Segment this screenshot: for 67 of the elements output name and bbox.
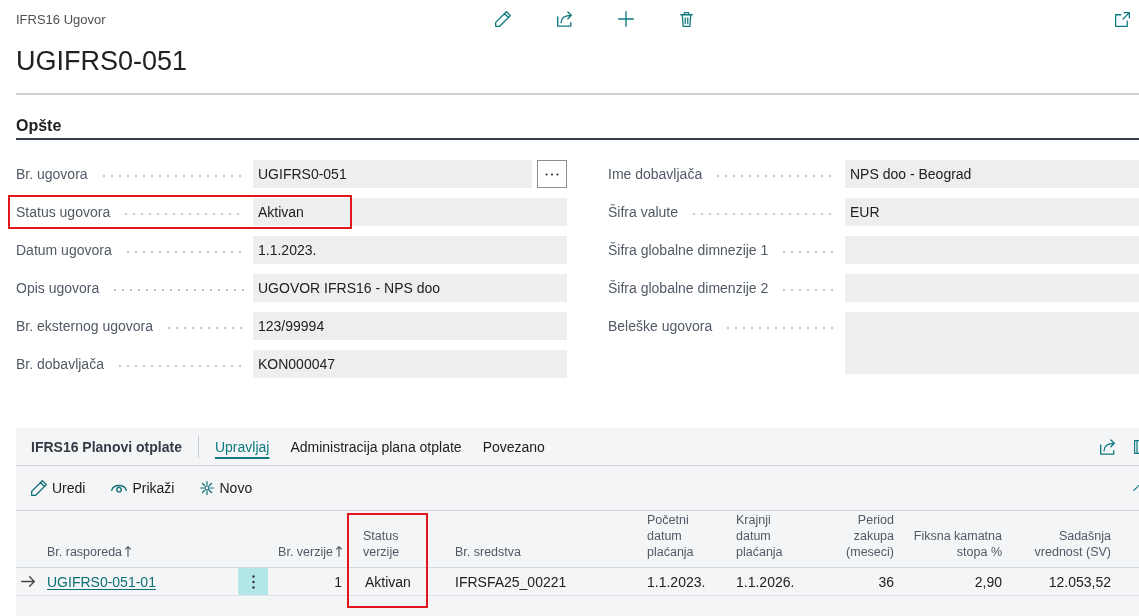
popout-button[interactable]: [1115, 11, 1130, 27]
page-title: UGIFRS0-051: [16, 45, 189, 78]
subpage-title: IFRS16 Planovi otplate: [31, 438, 182, 455]
field-label: Šifra globalne dimnezije 1: [608, 242, 769, 258]
text-field[interactable]: EUR: [845, 198, 1139, 226]
table-cell: 1.1.2023.: [639, 568, 728, 596]
share-icon: [1100, 438, 1115, 455]
field-label: Datum ugovora: [16, 242, 112, 258]
new-button[interactable]: Novo: [200, 480, 253, 496]
page-caption: IFRS16 Ugovor: [16, 11, 107, 27]
edit-button[interactable]: [495, 11, 511, 27]
column-header[interactable]: Sadašnja vrednost (SV): [1026, 528, 1111, 560]
table-cell: 36: [817, 568, 902, 596]
delete-button[interactable]: [680, 11, 693, 27]
diagonal-stroke-icon: [1133, 485, 1139, 491]
column-header[interactable]: Period zakupa (meseci): [825, 512, 894, 560]
section-title: Opšte: [16, 117, 62, 134]
field-label: Opis ugovora: [16, 280, 100, 296]
more-vertical-icon: [251, 574, 255, 589]
table-cell: 12.053,52: [1010, 568, 1119, 596]
share-icon: [557, 11, 572, 27]
table-cell: 2,90: [902, 568, 1010, 596]
lookup-button[interactable]: [537, 160, 567, 188]
table-cell: Aktivan: [350, 568, 447, 596]
text-field[interactable]: UGIFRS0-051: [253, 160, 532, 188]
field-label: Br. eksternog ugovora: [16, 318, 153, 334]
edit-button[interactable]: Uredi: [31, 480, 86, 496]
starburst-icon: [200, 481, 215, 495]
field-label: Br. dobavljača: [16, 356, 104, 372]
table-cell: IFRSFA25_00221: [447, 568, 639, 596]
field-label: Šifra globalne dimenzije 2: [608, 280, 769, 296]
field-label: Ime dobavljača: [608, 166, 703, 182]
share-button[interactable]: [1100, 438, 1115, 455]
field-label: Beleške ugovora: [608, 318, 713, 334]
field-label: Status ugovora: [16, 204, 111, 220]
text-field[interactable]: KON000047: [253, 350, 567, 378]
column-header[interactable]: Krajnji datum plaćanja: [736, 512, 805, 560]
share-button[interactable]: [557, 11, 572, 27]
pencil-icon: [495, 11, 511, 27]
text-field[interactable]: NPS doo - Beograd: [845, 160, 1139, 188]
column-header[interactable]: Status verzije: [363, 528, 421, 560]
popout-icon: [1115, 11, 1130, 27]
tab[interactable]: Administracija plana otplate: [290, 438, 462, 455]
column-header[interactable]: Fiksna kamatna stopa %: [906, 528, 1002, 560]
table-cell: 1: [268, 568, 350, 596]
column-header[interactable]: Br. verzije: [278, 544, 333, 560]
plus-icon: [618, 11, 634, 27]
trash-icon: [680, 11, 693, 27]
new-button[interactable]: [618, 11, 634, 27]
schedule-link[interactable]: UGIFRS0-051-01: [47, 573, 156, 590]
text-field[interactable]: 1.1.2023.: [253, 236, 567, 264]
pencil-icon: [31, 480, 47, 496]
view-button[interactable]: Prikaži: [111, 480, 175, 496]
text-field[interactable]: UGOVOR IFRS16 - NPS doo: [253, 274, 567, 302]
field-label: Br. ugovora: [16, 166, 88, 182]
tab[interactable]: Povezano: [482, 438, 545, 455]
panel-icon: [1134, 439, 1139, 454]
table-cell: 1.1.2026.: [728, 568, 817, 596]
eye-icon: [111, 483, 128, 493]
column-header[interactable]: Početni datum plaćanja: [647, 512, 716, 560]
column-header[interactable]: Br. sredstva: [455, 544, 521, 560]
tab[interactable]: Upravljaj: [214, 438, 270, 455]
field-label: Šifra valute: [608, 204, 679, 220]
column-header[interactable]: Br. rasporeda: [47, 544, 123, 560]
text-field[interactable]: Aktivan: [253, 198, 567, 226]
more-horizontal-icon: [545, 172, 559, 176]
text-field[interactable]: 123/99994: [253, 312, 567, 340]
